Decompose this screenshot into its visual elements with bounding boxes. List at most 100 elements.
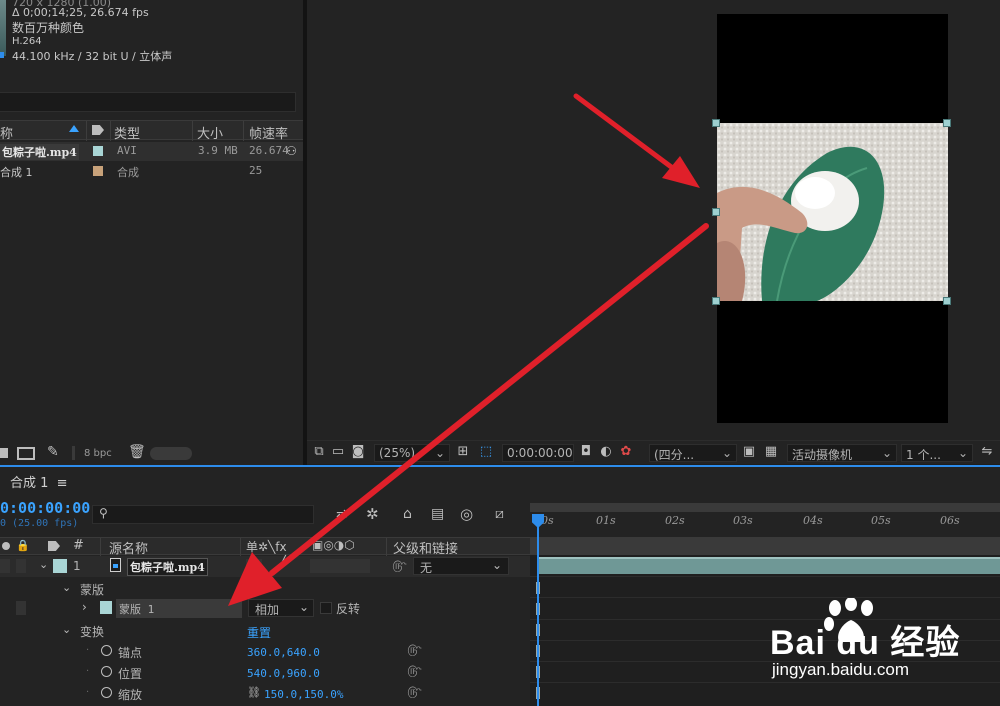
expression-pick-whip-icon[interactable]: ௹ bbox=[407, 663, 421, 679]
trash-icon[interactable]: 🗑 bbox=[128, 444, 146, 460]
quality-switch-icon[interactable]: ╱ bbox=[278, 556, 286, 571]
layer-search-input[interactable]: ⚲ bbox=[92, 505, 314, 524]
chevron-right-icon[interactable]: › bbox=[82, 600, 87, 614]
property-value[interactable]: 540.0,960.0 bbox=[247, 667, 320, 680]
timeline-tab[interactable]: 合成 1 ≡ bbox=[10, 472, 68, 491]
views-value: 1 个... bbox=[906, 448, 941, 462]
draft-3d-icon[interactable]: ✲ bbox=[366, 505, 379, 523]
thumbnail-slider[interactable] bbox=[150, 447, 192, 460]
solo-icon[interactable] bbox=[2, 542, 10, 550]
property-value[interactable]: 360.0,640.0 bbox=[247, 646, 320, 659]
vr-goggles-icon[interactable]: ◙ bbox=[350, 444, 366, 460]
grid-guides-icon[interactable]: ⊞ bbox=[455, 444, 471, 460]
property-position-row[interactable]: · 位置 540.0,960.0 ௹ bbox=[0, 662, 530, 683]
invert-checkbox[interactable] bbox=[320, 602, 332, 614]
chevron-down-icon: ⌄ bbox=[491, 558, 502, 572]
layer-name[interactable]: 包粽子啦.mp4 bbox=[127, 558, 208, 576]
toggle-pixel-aspect-icon[interactable]: ⇋ bbox=[979, 444, 995, 460]
expression-pick-whip-icon[interactable]: ௹ bbox=[407, 684, 421, 700]
project-item-footage[interactable]: 包粽子啦.mp4 AVI 3.9 MB 26.674 ⚇ bbox=[0, 142, 303, 161]
mask-color-swatch[interactable] bbox=[100, 601, 112, 614]
interpret-footage-icon[interactable]: ✎ bbox=[47, 444, 59, 460]
property-value[interactable]: 150.0,150.0% bbox=[264, 688, 343, 701]
resolution-dropdown[interactable]: (四分... ⌄ bbox=[649, 444, 737, 462]
transform-handle-bottom-right[interactable] bbox=[943, 297, 951, 305]
switches-cells[interactable] bbox=[310, 559, 370, 573]
comp-mini-flowchart-icon[interactable]: ⇄ bbox=[336, 507, 348, 523]
stopwatch-icon[interactable] bbox=[101, 666, 112, 677]
mask-visibility-icon[interactable]: ⬚ bbox=[478, 444, 494, 460]
chevron-down-icon[interactable]: ⌄ bbox=[39, 558, 48, 571]
label-color-swatch[interactable] bbox=[93, 146, 103, 156]
layer-row[interactable]: ⌄ 1 包粽子啦.mp4 ╱ ௹ 无 ⌄ bbox=[0, 556, 530, 577]
camera-view-dropdown[interactable]: 活动摄像机 ⌄ bbox=[787, 444, 897, 462]
column-framerate[interactable]: 帧速率 bbox=[249, 123, 288, 142]
color-channels-icon[interactable]: ✿ bbox=[618, 444, 634, 460]
work-area-bar[interactable] bbox=[530, 503, 1000, 512]
transform-handle-bottom-left[interactable] bbox=[712, 297, 720, 305]
new-folder-icon[interactable] bbox=[0, 448, 8, 458]
new-composition-icon[interactable] bbox=[17, 447, 35, 460]
frame-rate-display: 0 (25.00 fps) bbox=[0, 518, 79, 529]
stopwatch-icon[interactable] bbox=[101, 645, 112, 656]
preview-picture bbox=[717, 123, 948, 301]
column-size[interactable]: 大小 bbox=[197, 123, 223, 142]
expression-pick-whip-icon[interactable]: ௹ bbox=[407, 642, 421, 658]
timeline-nav-bar[interactable] bbox=[530, 537, 1000, 555]
bit-depth-label[interactable]: 8 bpc bbox=[84, 448, 112, 459]
transform-handle-top-left[interactable] bbox=[712, 119, 720, 127]
layer-index: 1 bbox=[73, 559, 81, 573]
current-time-field[interactable]: 0:00:00:00 bbox=[502, 444, 574, 462]
transform-handle-top-right[interactable] bbox=[943, 119, 951, 127]
sort-ascending-icon[interactable] bbox=[69, 125, 79, 132]
column-type[interactable]: 类型 bbox=[114, 123, 140, 142]
item-name: 包粽子啦.mp4 bbox=[0, 144, 79, 160]
constrain-proportions-icon[interactable]: ⛓ bbox=[247, 686, 261, 699]
column-parent[interactable]: 父级和链接 bbox=[393, 538, 458, 557]
viewer-toolbar: ⧉ ▭ ◙ (25%) ⌄ ⊞ ⬚ 0:00:00:00 ◘ ◐ ✿ (四分...… bbox=[307, 440, 1000, 464]
pick-whip-icon[interactable]: ௹ bbox=[392, 558, 406, 574]
project-search-input[interactable] bbox=[0, 92, 296, 112]
graph-editor-icon[interactable]: ⧄ bbox=[495, 506, 504, 522]
footage-preview-image[interactable] bbox=[717, 123, 948, 301]
transform-handle-left[interactable] bbox=[712, 208, 720, 216]
region-of-interest-icon[interactable]: ▣ bbox=[741, 444, 757, 460]
mask-mode-dropdown[interactable]: 相加 ⌄ bbox=[248, 599, 314, 617]
transform-row[interactable]: ⌄ 变换 重置 bbox=[0, 620, 530, 641]
property-anchor-row[interactable]: · 锚点 360.0,640.0 ௹ bbox=[0, 641, 530, 662]
motion-blur-icon[interactable]: ◎ bbox=[460, 505, 473, 523]
zoom-value: (25%) bbox=[379, 446, 416, 460]
current-time-display[interactable]: 0:00:00:00 bbox=[0, 499, 90, 517]
property-scale-row[interactable]: · 缩放 ⛓ 150.0,150.0% ௹ bbox=[0, 683, 530, 704]
parent-dropdown[interactable]: 无 ⌄ bbox=[413, 557, 509, 575]
chevron-down-icon[interactable]: ⌄ bbox=[62, 623, 71, 636]
mask-name[interactable]: 蒙版 1 bbox=[116, 599, 242, 618]
view-layout-dropdown[interactable]: 1 个... ⌄ bbox=[901, 444, 973, 462]
transparency-grid-icon[interactable]: ▦ bbox=[763, 444, 779, 460]
item-fps: 26.674 bbox=[249, 144, 289, 157]
panel-menu-icon[interactable]: ≡ bbox=[57, 476, 68, 491]
show-snapshot-icon[interactable]: ◐ bbox=[598, 444, 614, 460]
mask-row[interactable]: › 蒙版 1 相加 ⌄ 反转 bbox=[0, 598, 530, 619]
magnification-dropdown[interactable]: (25%) ⌄ bbox=[374, 444, 450, 462]
label-tag-icon[interactable] bbox=[48, 541, 60, 551]
transform-reset-link[interactable]: 重置 bbox=[247, 624, 271, 641]
shy-layers-icon[interactable]: ⌂ bbox=[403, 506, 412, 522]
label-tag-icon[interactable] bbox=[92, 125, 104, 135]
display-icon[interactable]: ▭ bbox=[330, 444, 346, 460]
always-preview-icon[interactable]: ⧉ bbox=[311, 444, 327, 460]
column-name[interactable]: 称 bbox=[0, 123, 13, 142]
snapshot-camera-icon[interactable]: ◘ bbox=[578, 444, 594, 460]
column-switches[interactable]: 单✲╲fx bbox=[246, 538, 287, 555]
chevron-down-icon[interactable]: ⌄ bbox=[62, 581, 71, 594]
stopwatch-icon[interactable] bbox=[101, 687, 112, 698]
label-color-swatch[interactable] bbox=[93, 166, 103, 176]
layer-label-color[interactable] bbox=[53, 559, 67, 573]
column-source-name[interactable]: 源名称 bbox=[109, 538, 148, 557]
layer-duration-bar[interactable] bbox=[538, 557, 1000, 574]
flowchart-icon[interactable]: ⚇ bbox=[286, 144, 297, 158]
project-item-comp[interactable]: 合成 1 合成 25 bbox=[0, 162, 303, 181]
frame-blending-icon[interactable]: ▤ bbox=[431, 506, 444, 522]
lock-icon[interactable]: 🔒 bbox=[16, 539, 30, 552]
mask-group-row[interactable]: ⌄ 蒙版 bbox=[0, 578, 530, 599]
